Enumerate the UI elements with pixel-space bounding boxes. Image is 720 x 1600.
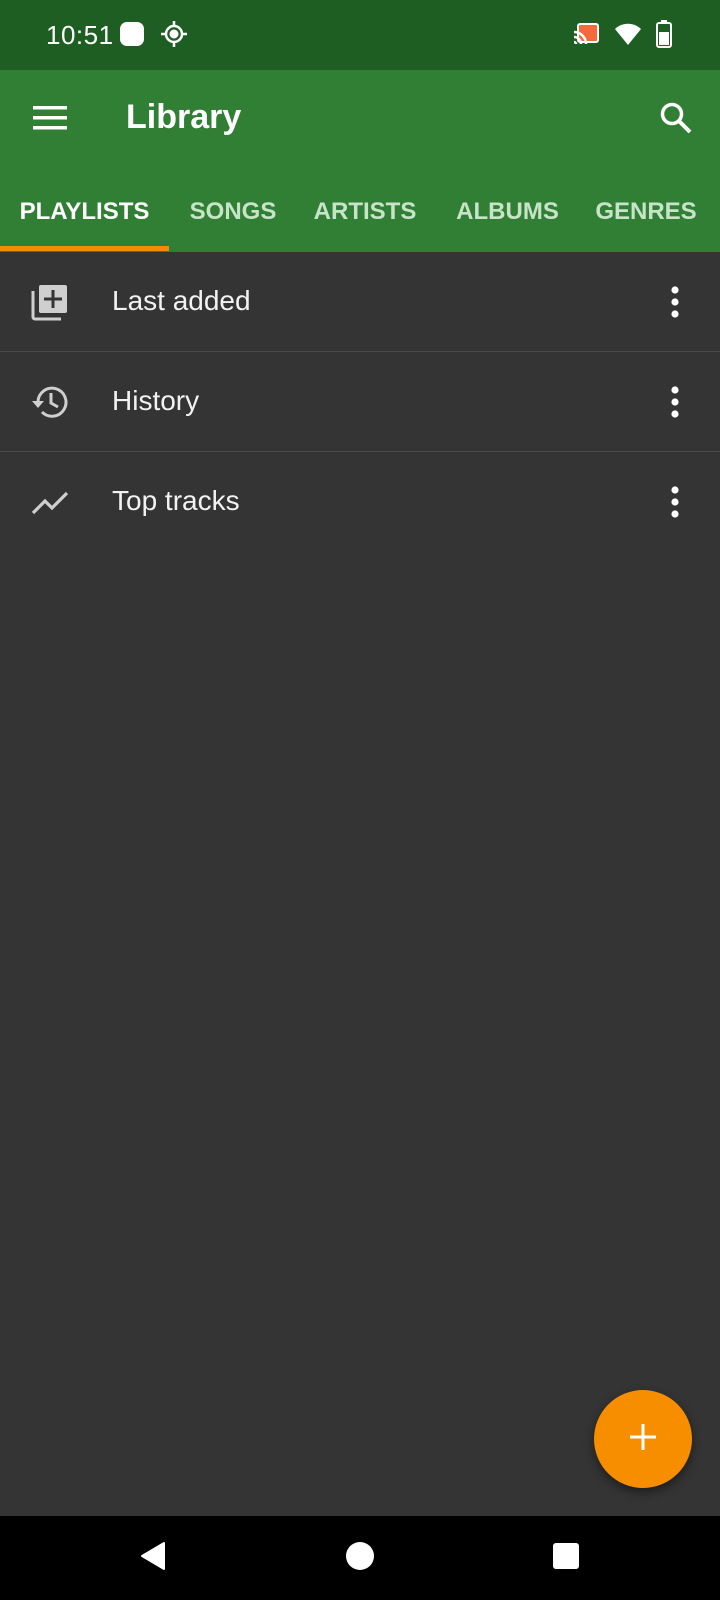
menu-button[interactable] [26, 96, 74, 144]
list-item[interactable]: Last added [0, 252, 720, 352]
list-item-label: Last added [112, 285, 251, 316]
home-button[interactable] [338, 1536, 382, 1580]
system-nav-bar [0, 1516, 720, 1600]
wifi-icon [614, 21, 642, 52]
add-playlist-button[interactable] [594, 1390, 692, 1488]
location-icon [160, 20, 188, 53]
playlist-list: Last added History Top tracks [0, 252, 720, 552]
home-icon [344, 1540, 376, 1577]
tab-albums[interactable]: ALBUMS [440, 176, 575, 252]
search-button[interactable] [652, 96, 700, 144]
battery-icon [656, 20, 672, 53]
more-options-icon[interactable] [660, 478, 690, 526]
status-right-icons [572, 20, 672, 53]
more-options-icon[interactable] [660, 278, 690, 326]
app-bar: Library [0, 70, 720, 176]
recents-button[interactable] [544, 1536, 588, 1580]
cast-icon [572, 21, 600, 52]
history-icon [28, 380, 72, 424]
list-item-label: Top tracks [112, 485, 240, 516]
page-title: Library [126, 98, 242, 136]
library-add-icon [28, 280, 72, 324]
status-time: 10:51 [46, 20, 114, 50]
tab-bar: PLAYLISTS SONGS ARTISTS ALBUMS GENRES [0, 176, 720, 252]
tab-artists[interactable]: ARTISTS [300, 176, 430, 252]
list-item[interactable]: Top tracks [0, 452, 720, 552]
list-item-label: History [112, 385, 200, 416]
trending-icon [28, 480, 72, 524]
plus-icon [628, 1422, 658, 1457]
more-options-icon[interactable] [660, 378, 690, 426]
active-tab-indicator [0, 246, 169, 251]
recents-icon [551, 1541, 581, 1576]
status-bar: 10:51 [0, 0, 720, 70]
list-item[interactable]: History [0, 352, 720, 452]
tab-playlists[interactable]: PLAYLISTS [0, 176, 169, 252]
status-left-icons [118, 20, 188, 53]
tab-songs[interactable]: SONGS [173, 176, 293, 252]
menu-icon [32, 104, 68, 137]
tab-genres[interactable]: GENRES [584, 176, 708, 252]
search-icon [659, 101, 693, 140]
notification-icon [118, 20, 146, 53]
back-icon [138, 1540, 170, 1577]
back-button[interactable] [132, 1536, 176, 1580]
